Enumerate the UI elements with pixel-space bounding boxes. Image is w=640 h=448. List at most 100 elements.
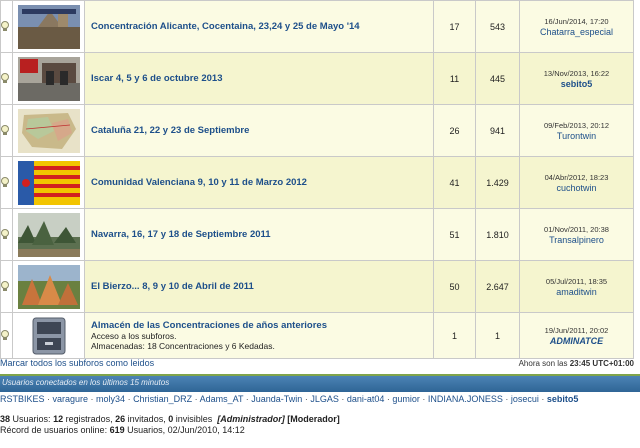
last-post-date: 04/Abr/2012, 18:23: [544, 172, 609, 182]
online-user-link[interactable]: JLGAS: [310, 394, 339, 404]
subforum-title-link[interactable]: Comunidad Valenciana 9, 10 y 11 de Marzo…: [91, 177, 307, 188]
subforum-description: Acceso a los subforos.: [91, 331, 177, 341]
read-status-cell: [0, 52, 13, 105]
subforum-thumbnail[interactable]: [17, 264, 80, 309]
online-record: Récord de usuarios online: 619 Usuarios,…: [0, 425, 245, 435]
online-counts: 38 Usuarios: 12 registrados, 26 invitado…: [0, 414, 340, 424]
current-time: Ahora son las 23:45 UTC+01:00: [518, 359, 634, 368]
online-user-link[interactable]: Christian_DRZ: [133, 394, 192, 404]
user-separator: ·: [502, 394, 511, 404]
subforum-table: Concentración Alicante, Cocentaina, 23,2…: [0, 0, 634, 359]
topics-count: 17: [433, 0, 476, 53]
table-row: Concentración Alicante, Cocentaina, 23,2…: [0, 0, 634, 53]
online-user-link[interactable]: sebito5: [547, 394, 579, 404]
subforum-title-link[interactable]: Almacén de las Concentraciones de años a…: [91, 320, 327, 331]
user-separator: ·: [338, 394, 347, 404]
read-status-cell: [0, 0, 13, 53]
subforum-title-link[interactable]: Navarra, 16, 17 y 18 de Septiembre 2011: [91, 229, 271, 240]
online-user-link[interactable]: dani-at04: [347, 394, 385, 404]
online-user-link[interactable]: gumior: [392, 394, 420, 404]
online-user-link[interactable]: josecui: [511, 394, 539, 404]
read-status-cell: [0, 260, 13, 313]
last-post-date: 13/Nov/2013, 16:22: [543, 68, 610, 78]
table-row: El Bierzo... 8, 9 y 10 de Abril de 2011 …: [0, 260, 634, 313]
lightbulb-icon: [1, 124, 9, 135]
table-row: Navarra, 16, 17 y 18 de Septiembre 2011 …: [0, 208, 634, 261]
lightbulb-icon: [1, 228, 9, 239]
read-status-cell: [0, 156, 13, 209]
moderator-legend: [Moderador]: [287, 414, 340, 424]
lightbulb-icon: [1, 280, 9, 291]
last-post-user-link[interactable]: cuchotwin: [520, 183, 633, 194]
last-post-cell: 04/Abr/2012, 18:23 cuchotwin: [519, 156, 634, 209]
subforum-thumbnail[interactable]: [17, 160, 80, 205]
posts-count: 1.429: [475, 156, 520, 209]
online-user-link[interactable]: Adams_AT: [200, 394, 244, 404]
table-row: Comunidad Valenciana 9, 10 y 11 de Marzo…: [0, 156, 634, 209]
last-post-cell: 16/Jun/2014, 17:20 Chatarra_especial: [519, 0, 634, 53]
topics-count: 51: [433, 208, 476, 261]
lightbulb-icon: [1, 329, 9, 340]
posts-count: 2.647: [475, 260, 520, 313]
subforum-title-link[interactable]: Iscar 4, 5 y 6 de octubre 2013: [91, 73, 223, 84]
last-post-cell: 09/Feb/2013, 20:12 Turontwin: [519, 104, 634, 157]
online-user-link[interactable]: varagure: [53, 394, 89, 404]
last-post-user-link[interactable]: sebito5: [520, 79, 633, 90]
last-post-user-link[interactable]: Turontwin: [520, 131, 633, 142]
online-users-header: Usuarios conectados en los últimos 15 mi…: [0, 374, 640, 392]
posts-count: 543: [475, 0, 520, 53]
subforum-thumbnail[interactable]: [17, 56, 80, 101]
last-post-cell: 19/Jun/2011, 20:02 ADMINATCE: [519, 312, 634, 359]
administrator-legend: [Administrador]: [217, 414, 285, 424]
last-post-cell: 13/Nov/2013, 16:22 sebito5: [519, 52, 634, 105]
subforum-thumbnail[interactable]: [17, 108, 80, 153]
user-separator: ·: [125, 394, 134, 404]
online-user-link[interactable]: moly34: [96, 394, 125, 404]
topics-count: 1: [433, 312, 476, 359]
last-post-date: 01/Nov/2011, 20:38: [544, 224, 609, 234]
header-accent-stripe: [0, 374, 640, 376]
last-post-cell: 05/Jul/2011, 18:35 amaditwin: [519, 260, 634, 313]
lightbulb-icon: [1, 176, 9, 187]
posts-count: 1: [475, 312, 520, 359]
topics-count: 11: [433, 52, 476, 105]
read-status-cell: [0, 208, 13, 261]
lightbulb-icon: [1, 20, 9, 31]
subforum-title-link[interactable]: Cataluña 21, 22 y 23 de Septiembre: [91, 125, 249, 136]
subforum-summary: Almacenadas: 18 Concentraciones y 6 Keda…: [91, 341, 275, 351]
topics-count: 26: [433, 104, 476, 157]
subforum-thumbnail[interactable]: [17, 212, 80, 257]
subforum-title-link[interactable]: Concentración Alicante, Cocentaina, 23,2…: [91, 21, 360, 32]
subforum-thumbnail[interactable]: [17, 4, 80, 49]
user-separator: ·: [88, 394, 97, 404]
subforum-title-link[interactable]: El Bierzo... 8, 9 y 10 de Abril de 2011: [91, 281, 254, 292]
mark-all-read-link[interactable]: Marcar todos los subforos como leidos: [0, 358, 154, 368]
last-post-date: 05/Jul/2011, 18:35: [545, 276, 608, 286]
online-user-link[interactable]: INDIANA.JONESS: [428, 394, 503, 404]
online-user-link[interactable]: RSTBIKES: [0, 394, 45, 404]
posts-count: 941: [475, 104, 520, 157]
last-post-user-link[interactable]: ADMINATCE: [520, 336, 633, 347]
table-row: Cataluña 21, 22 y 23 de Septiembre 26 94…: [0, 104, 634, 157]
last-post-user-link[interactable]: Chatarra_especial: [520, 27, 633, 38]
user-separator: ·: [192, 394, 200, 404]
posts-count: 1.810: [475, 208, 520, 261]
online-user-link[interactable]: Juanda-Twin: [251, 394, 302, 404]
last-post-user-link[interactable]: Transalpinero: [520, 235, 633, 246]
online-users-title: Usuarios conectados en los últimos 15 mi…: [2, 378, 170, 387]
read-status-cell: [0, 312, 13, 359]
archive-box-icon[interactable]: [32, 317, 66, 355]
subforum-list: Concentración Alicante, Cocentaina, 23,2…: [0, 0, 640, 359]
last-post-user-link[interactable]: amaditwin: [520, 287, 633, 298]
user-separator: ·: [419, 394, 428, 404]
last-post-date: 19/Jun/2011, 20:02: [544, 325, 609, 335]
forum-footer-bar: Marcar todos los subforos como leidos Ah…: [0, 356, 640, 372]
online-stats: 38 Usuarios: 12 registrados, 26 invitado…: [0, 414, 340, 436]
lightbulb-icon: [1, 72, 9, 83]
table-row: Iscar 4, 5 y 6 de octubre 2013 11 445 13…: [0, 52, 634, 105]
last-post-cell: 01/Nov/2011, 20:38 Transalpinero: [519, 208, 634, 261]
last-post-date: 09/Feb/2013, 20:12: [543, 120, 610, 130]
last-post-date: 16/Jun/2014, 17:20: [544, 16, 609, 26]
online-users-list: RSTBIKES · varagure · moly34 · Christian…: [0, 394, 640, 404]
user-separator: ·: [44, 394, 53, 404]
